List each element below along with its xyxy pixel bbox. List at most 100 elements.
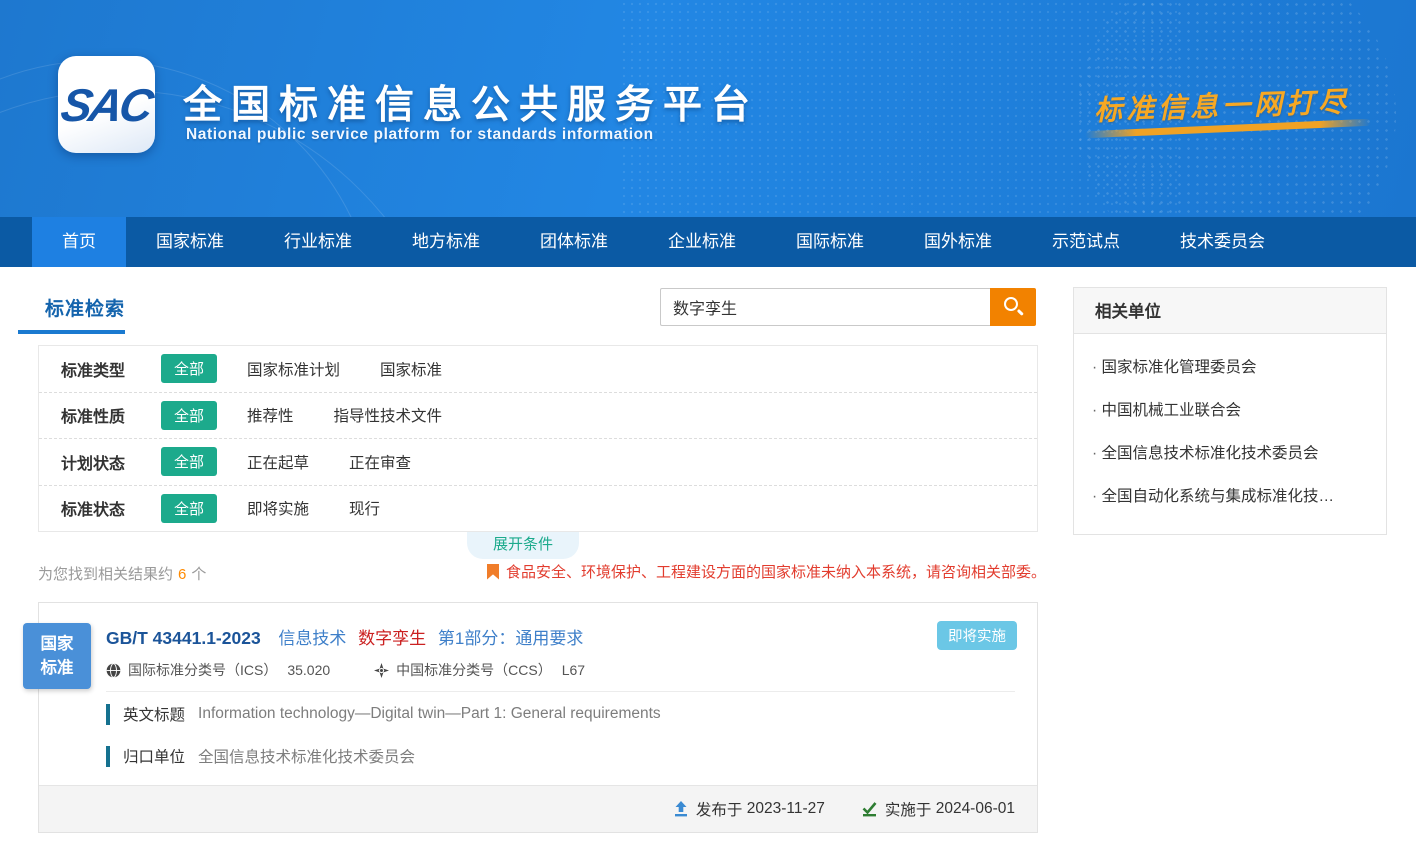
main-nav: 首页 国家标准 行业标准 地方标准 团体标准 企业标准 国际标准 国外标准 示范… <box>0 217 1416 267</box>
filter-option[interactable]: 正在审查 <box>349 451 411 473</box>
filter-option[interactable]: 推荐性 <box>247 404 294 426</box>
standard-title-highlight: 数字孪生 <box>358 629 426 648</box>
row-accent-bar <box>106 746 110 767</box>
related-units-list: 国家标准化管理委员会 中国机械工业联合会 全国信息技术标准化技术委员会 全国自动… <box>1074 334 1386 534</box>
search-input[interactable] <box>660 288 990 326</box>
publish-icon <box>673 801 689 817</box>
filter-label: 标准类型 <box>61 357 161 381</box>
english-title-row: 英文标题 Information technology—Digital twin… <box>106 703 661 725</box>
filter-row-standard-status: 标准状态 全部 即将实施 现行 <box>39 486 1037 532</box>
site-subtitle: National public service platform for sta… <box>186 126 654 144</box>
badge-line2: 标准 <box>23 656 91 680</box>
ics-group: 国际标准分类号（ICS） 35.020 <box>106 660 330 680</box>
filter-option[interactable]: 即将实施 <box>247 497 309 519</box>
site-header: SAC 全国标准信息公共服务平台 National public service… <box>0 0 1416 217</box>
filter-all-button[interactable]: 全部 <box>161 401 217 430</box>
filter-all-button[interactable]: 全部 <box>161 354 217 383</box>
national-standard-badge: 国家 标准 <box>23 623 91 689</box>
committee-label: 归口单位 <box>123 745 185 767</box>
filter-row-standard-nature: 标准性质 全部 推荐性 指导性技术文件 <box>39 393 1037 440</box>
compass-icon <box>374 663 389 678</box>
implement-check-icon <box>861 801 878 817</box>
result-count-number: 6 <box>178 566 186 583</box>
classification-meta: 国际标准分类号（ICS） 35.020 中国标准分类号（CCS） L67 <box>106 660 629 680</box>
ics-label: 国际标准分类号（ICS） <box>128 660 277 680</box>
related-units-title: 相关单位 <box>1074 288 1386 334</box>
related-unit-link[interactable]: 全国自动化系统与集成标准化技… <box>1092 488 1334 505</box>
nav-tab-industry-standards[interactable]: 行业标准 <box>254 217 382 267</box>
search-icon <box>1004 297 1018 311</box>
standard-title-part1: 信息技术 <box>278 629 346 648</box>
filter-label: 计划状态 <box>61 450 161 474</box>
committee-row: 归口单位 全国信息技术标准化技术委员会 <box>106 745 415 767</box>
filter-row-standard-type: 标准类型 全部 国家标准计划 国家标准 <box>39 346 1037 393</box>
section-title: 标准检索 <box>45 294 125 321</box>
badge-line1: 国家 <box>23 632 91 656</box>
card-divider <box>106 691 1015 692</box>
sac-logo-text: SAC <box>58 78 156 132</box>
content-area: 标准检索 相关单位 国家标准化管理委员会 中国机械工业联合会 全国信息技术标准化… <box>0 267 1416 845</box>
globe-icon <box>106 663 121 678</box>
english-title-value: Information technology—Digital twin—Part… <box>198 705 661 723</box>
result-count: 为您找到相关结果约 6个 <box>38 563 206 584</box>
bookmark-icon <box>487 564 499 580</box>
filter-all-button[interactable]: 全部 <box>161 494 217 523</box>
filter-row-plan-status: 计划状态 全部 正在起草 正在审查 <box>39 439 1037 486</box>
publish-date-item: 发布于 2023-11-27 <box>673 798 825 820</box>
filter-label: 标准性质 <box>61 403 161 427</box>
filter-all-button[interactable]: 全部 <box>161 447 217 476</box>
nav-tab-home[interactable]: 首页 <box>32 217 126 267</box>
nav-tab-enterprise-standards[interactable]: 企业标准 <box>638 217 766 267</box>
publish-label: 发布于 <box>696 798 743 820</box>
filter-option[interactable]: 国家标准计划 <box>247 358 340 380</box>
nav-tab-international-standards[interactable]: 国际标准 <box>766 217 894 267</box>
notice-text: 食品安全、环境保护、工程建设方面的国家标准未纳入本系统，请咨询相关部委。 <box>506 561 1046 582</box>
row-accent-bar <box>106 704 110 725</box>
list-item: 全国自动化系统与集成标准化技… <box>1092 475 1368 518</box>
implement-label: 实施于 <box>885 798 932 820</box>
nav-tab-national-standards[interactable]: 国家标准 <box>126 217 254 267</box>
nav-tab-foreign-standards[interactable]: 国外标准 <box>894 217 1022 267</box>
list-item: 全国信息技术标准化技术委员会 <box>1092 432 1368 475</box>
ics-value: 35.020 <box>287 662 330 678</box>
section-title-underline <box>18 330 125 334</box>
sac-logo: SAC <box>58 56 155 153</box>
standard-title-part2: 第1部分：通用要求 <box>438 629 583 648</box>
implement-date-item: 实施于 2024-06-01 <box>861 798 1015 820</box>
nav-tab-technical-committee[interactable]: 技术委员会 <box>1150 217 1295 267</box>
result-count-suffix: 个 <box>191 566 206 583</box>
filter-option[interactable]: 现行 <box>349 497 380 519</box>
ccs-value: L67 <box>562 662 585 678</box>
implement-date: 2024-06-01 <box>936 800 1015 818</box>
ccs-label: 中国标准分类号（CCS） <box>396 660 552 680</box>
page: SAC 全国标准信息公共服务平台 National public service… <box>0 0 1416 845</box>
nav-tab-local-standards[interactable]: 地方标准 <box>382 217 510 267</box>
publish-date: 2023-11-27 <box>747 800 825 818</box>
related-unit-link[interactable]: 中国机械工业联合会 <box>1092 402 1241 419</box>
status-badge: 即将实施 <box>937 621 1017 650</box>
list-item: 中国机械工业联合会 <box>1092 389 1368 432</box>
related-unit-link[interactable]: 全国信息技术标准化技术委员会 <box>1092 445 1318 462</box>
related-unit-link[interactable]: 国家标准化管理委员会 <box>1092 359 1256 376</box>
list-item: 国家标准化管理委员会 <box>1092 346 1368 389</box>
site-title: 全国标准信息公共服务平台 <box>183 74 759 130</box>
result-count-prefix: 为您找到相关结果约 <box>38 566 173 583</box>
expand-conditions-button[interactable]: 展开条件 <box>467 532 579 559</box>
filter-option[interactable]: 正在起草 <box>247 451 309 473</box>
card-footer: 发布于 2023-11-27 实施于 2024-06-01 <box>39 785 1037 832</box>
english-title-label: 英文标题 <box>123 703 185 725</box>
nav-tab-pilot[interactable]: 示范试点 <box>1022 217 1150 267</box>
nav-tab-group-standards[interactable]: 团体标准 <box>510 217 638 267</box>
search-button[interactable] <box>990 288 1036 326</box>
committee-value: 全国信息技术标准化技术委员会 <box>198 745 415 767</box>
related-units-panel: 相关单位 国家标准化管理委员会 中国机械工业联合会 全国信息技术标准化技术委员会… <box>1073 287 1387 535</box>
notice-banner: 食品安全、环境保护、工程建设方面的国家标准未纳入本系统，请咨询相关部委。 <box>487 561 1046 582</box>
filter-option[interactable]: 国家标准 <box>380 358 442 380</box>
filter-option[interactable]: 指导性技术文件 <box>334 404 443 426</box>
filter-label: 标准状态 <box>61 496 161 520</box>
result-card: 国家 标准 GB/T 43441.1-2023 信息技术 数字孪生 第1部分：通… <box>38 602 1038 833</box>
standard-code-link[interactable]: GB/T 43441.1-2023 <box>106 628 261 648</box>
standard-title: GB/T 43441.1-2023 信息技术 数字孪生 第1部分：通用要求 <box>106 624 583 649</box>
ccs-group: 中国标准分类号（CCS） L67 <box>374 660 585 680</box>
filter-box: 标准类型 全部 国家标准计划 国家标准 标准性质 全部 推荐性 指导性技术文件 … <box>38 345 1038 532</box>
